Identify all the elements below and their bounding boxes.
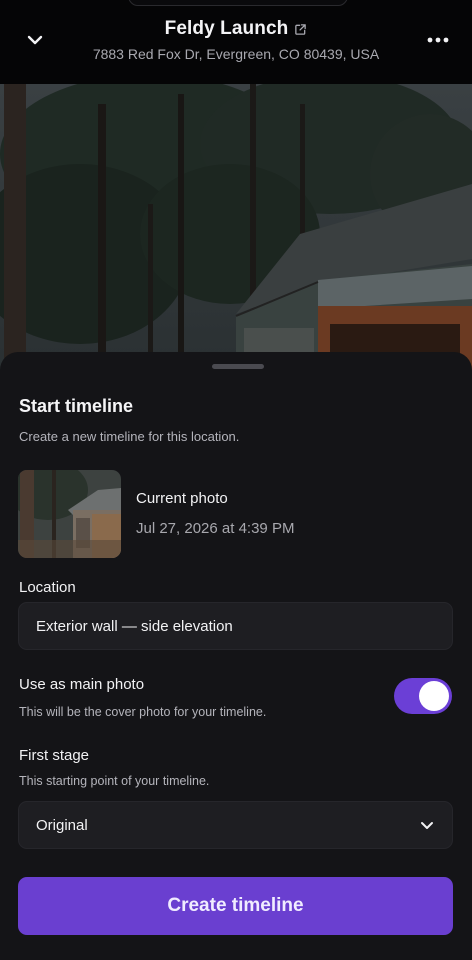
first-stage-select[interactable]: Original xyxy=(18,801,453,849)
first-stage-description: This starting point of your timeline. xyxy=(19,774,210,788)
main-photo-label: Use as main photo xyxy=(19,676,145,693)
location-label: Location xyxy=(19,579,76,596)
back-button[interactable] xyxy=(17,22,53,58)
location-input[interactable]: Exterior wall — side elevation xyxy=(18,602,453,650)
site-title[interactable]: Feldy Launch xyxy=(165,18,289,40)
current-photo-date: Jul 27, 2026 at 4:39 PM xyxy=(136,520,295,537)
current-photo-thumbnail[interactable] xyxy=(18,470,121,558)
main-photo-description: This will be the cover photo for your ti… xyxy=(19,705,267,719)
start-timeline-sheet: Start timeline Create a new timeline for… xyxy=(0,352,472,960)
toggle-knob xyxy=(419,681,449,711)
main-photo-toggle[interactable] xyxy=(394,678,452,714)
chevron-down-icon xyxy=(27,35,43,45)
top-bar: Feldy Launch 7883 Red Fox Dr, Evergreen,… xyxy=(0,0,472,84)
status-pill xyxy=(128,0,348,6)
first-stage-label: First stage xyxy=(19,747,90,764)
more-horizontal-icon xyxy=(427,37,449,43)
chevron-down-icon xyxy=(421,822,433,829)
location-photo xyxy=(0,84,472,374)
site-address: 7883 Red Fox Dr, Evergreen, CO 80439, US… xyxy=(92,46,380,62)
first-stage-value: Original xyxy=(36,816,88,834)
current-photo-label: Current photo xyxy=(136,490,228,507)
location-value: Exterior wall — side elevation xyxy=(36,617,233,635)
sheet-handle[interactable] xyxy=(212,364,264,369)
sheet-subtitle: Create a new timeline for this location. xyxy=(19,429,240,444)
create-timeline-button[interactable]: Create timeline xyxy=(18,877,453,935)
sheet-title: Start timeline xyxy=(19,396,134,416)
more-button[interactable] xyxy=(420,22,456,58)
external-link-icon[interactable] xyxy=(294,23,307,36)
title-block: Feldy Launch 7883 Red Fox Dr, Evergreen,… xyxy=(60,18,412,62)
